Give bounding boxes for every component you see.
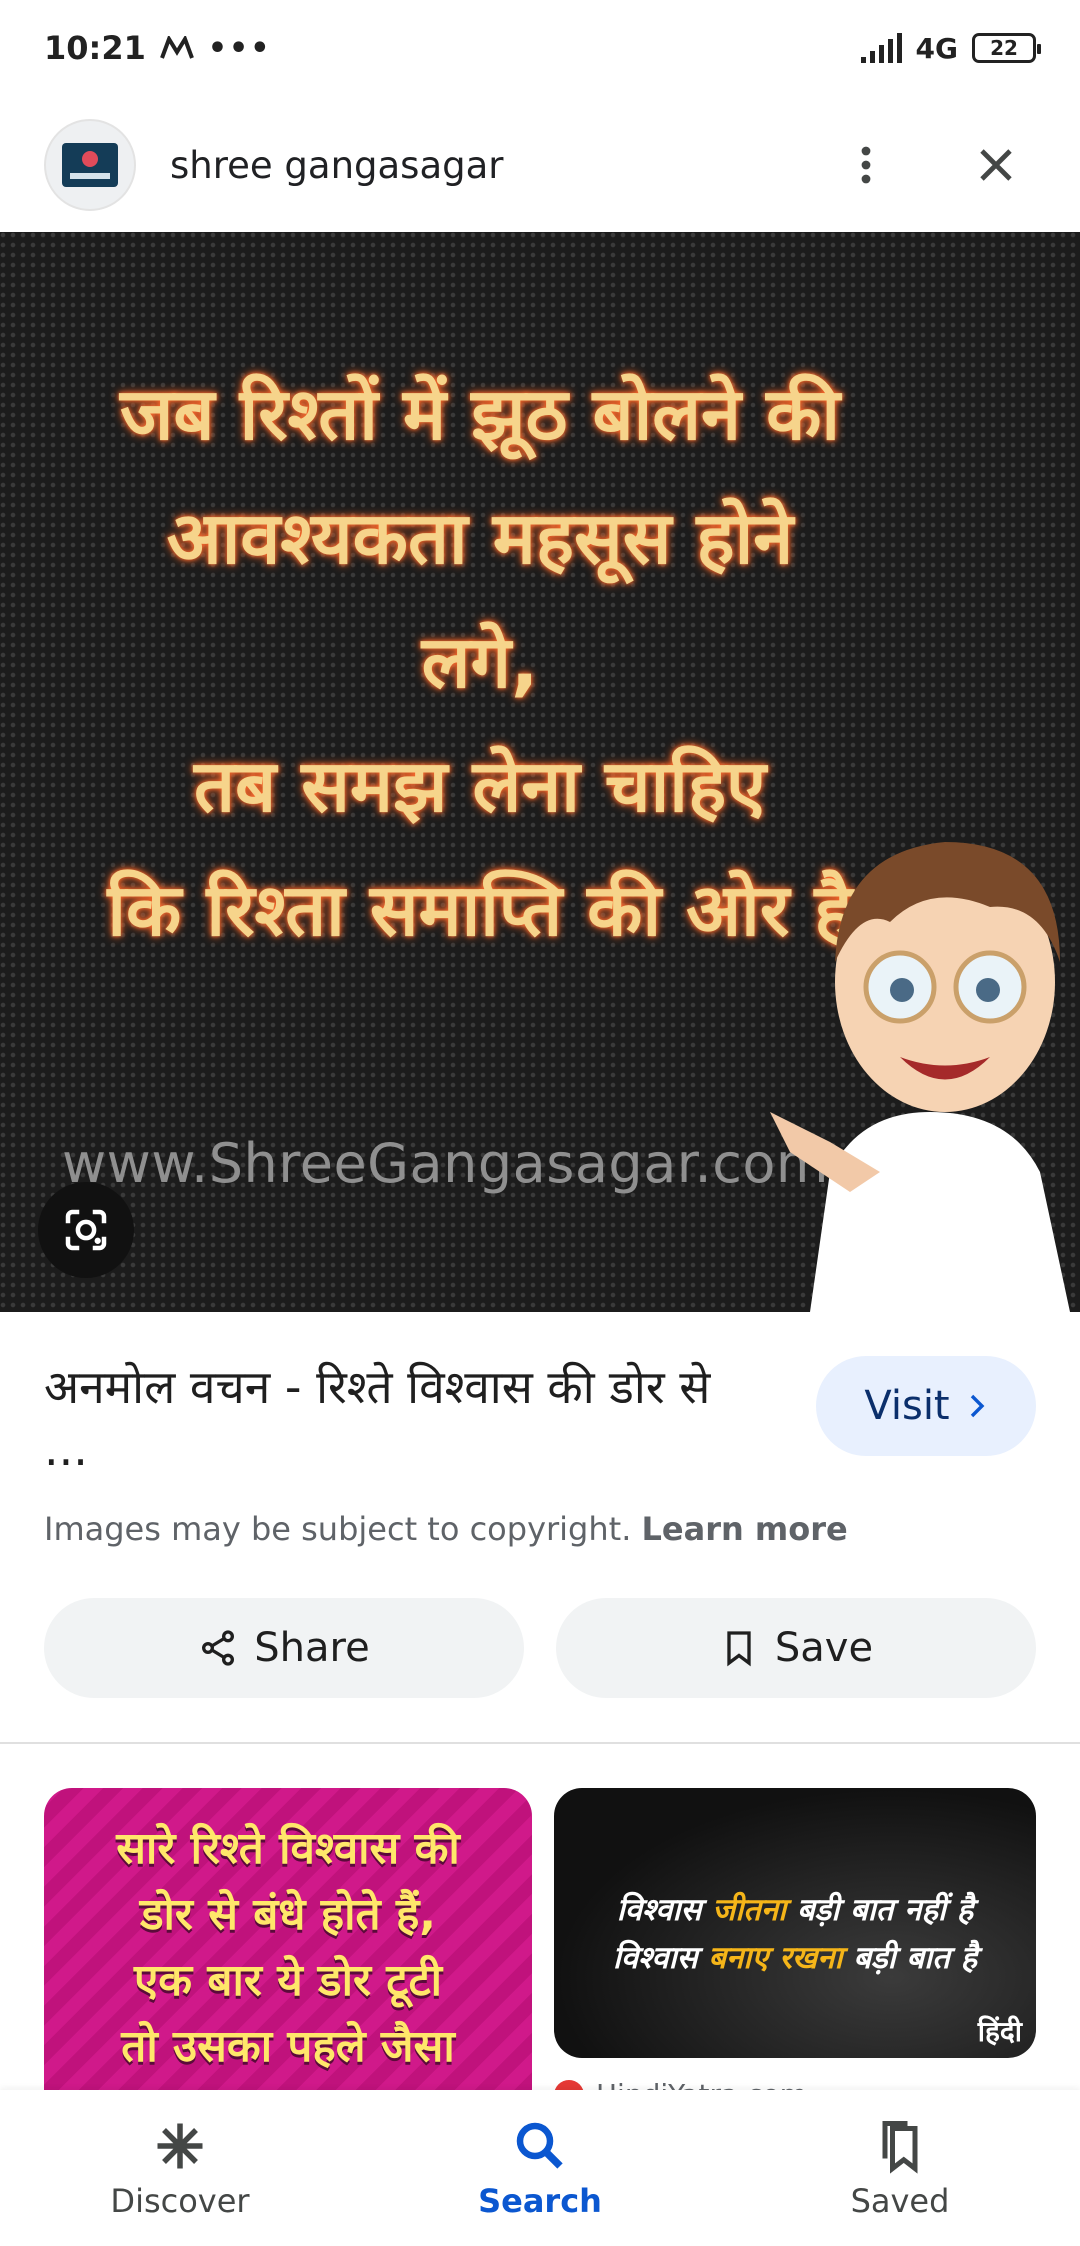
site-name[interactable]: shree gangasagar	[170, 144, 826, 187]
status-bar: 10:21 ••• 4G 22	[0, 0, 1080, 96]
lens-icon	[65, 1209, 107, 1251]
save-button[interactable]: Save	[556, 1598, 1036, 1698]
nav-saved[interactable]: Saved	[720, 2090, 1080, 2246]
copyright-notice: Images may be subject to copyright. Lear…	[44, 1510, 848, 1548]
quote-line: आवश्यकता महसूस होने	[166, 496, 794, 580]
google-lens-button[interactable]	[38, 1182, 134, 1278]
save-label: Save	[774, 1625, 874, 1671]
related-image-thumbnail[interactable]: विश्वास जीतना बड़ी बात नहीं है विश्वास ब…	[554, 1788, 1036, 2058]
clock: 10:21	[44, 29, 146, 67]
divider	[0, 1742, 1080, 1744]
related-text: बड़ी बात है	[842, 1940, 978, 1976]
nav-search[interactable]: Search	[360, 2090, 720, 2246]
related-text: विश्वास	[616, 1892, 713, 1928]
related-text-line: तो उसका पहले जैसा	[121, 2021, 455, 2072]
site-favicon[interactable]	[44, 119, 136, 211]
main-image[interactable]: जब रिश्तों में झूठ बोलने की आवश्यकता महस…	[0, 232, 1080, 1312]
share-label: Share	[254, 1625, 370, 1671]
viewer-header: shree gangasagar	[0, 100, 1080, 230]
related-text-line: एक बार ये डोर टूटी	[133, 1955, 443, 2006]
close-button[interactable]	[956, 125, 1036, 205]
close-icon	[980, 149, 1012, 181]
related-text-highlight: जीतना	[712, 1892, 787, 1928]
nav-label: Search	[478, 2182, 602, 2220]
thumbnail-brand-logo: हिंदी	[977, 2015, 1022, 2048]
result-title[interactable]: अनमोल वचन - रिश्ते विश्वास की डोर से ...	[44, 1356, 764, 1480]
bookmark-icon	[727, 1631, 751, 1667]
nav-label: Discover	[110, 2182, 250, 2220]
share-button[interactable]: Share	[44, 1598, 524, 1698]
learn-more-link[interactable]: Learn more	[642, 1510, 848, 1548]
more-options-button[interactable]	[826, 125, 906, 205]
bottom-navigation: Discover Search Saved	[0, 2090, 1080, 2246]
nav-discover[interactable]: Discover	[0, 2090, 360, 2246]
visit-label: Visit	[864, 1383, 950, 1429]
battery-level: 22	[990, 36, 1018, 60]
quote-line: लगे,	[421, 620, 539, 704]
more-notifications-icon: •••	[207, 30, 272, 66]
nav-label: Saved	[850, 2182, 950, 2220]
quote-line: जब रिश्तों में झूठ बोलने की	[119, 372, 841, 456]
chevron-right-icon	[970, 1394, 985, 1418]
more-vert-icon	[861, 146, 871, 184]
related-text-line: डोर से बंधे होते हैं,	[139, 1889, 437, 1940]
related-image-thumbnail[interactable]: सारे रिश्ते विश्वास की डोर से बंधे होते …	[44, 1788, 532, 2098]
battery-icon: 22	[972, 33, 1041, 63]
image-watermark: www.ShreeGangasagar.com	[62, 1132, 830, 1195]
related-image-text: सारे रिश्ते विश्वास की डोर से बंधे होते …	[44, 1816, 532, 2080]
signal-icon	[860, 33, 902, 63]
asterisk-icon	[157, 2123, 203, 2169]
related-text-highlight: बनाए रखना	[708, 1940, 843, 1976]
copyright-text: Images may be subject to copyright.	[44, 1510, 632, 1548]
share-icon	[202, 1630, 235, 1666]
related-text-line: सारे रिश्ते विश्वास की	[116, 1823, 460, 1874]
bookmarks-icon	[882, 2121, 918, 2174]
related-image-text: विश्वास जीतना बड़ी बात नहीं है विश्वास ब…	[554, 1886, 1036, 1982]
related-text: विश्वास	[612, 1940, 709, 1976]
network-type: 4G	[915, 31, 958, 65]
notification-m-icon	[159, 36, 194, 59]
search-icon	[516, 2122, 563, 2169]
cartoon-boy-illustration	[770, 842, 1070, 1312]
visit-button[interactable]: Visit	[816, 1356, 1036, 1456]
related-text: बड़ी बात नहीं है	[786, 1892, 974, 1928]
